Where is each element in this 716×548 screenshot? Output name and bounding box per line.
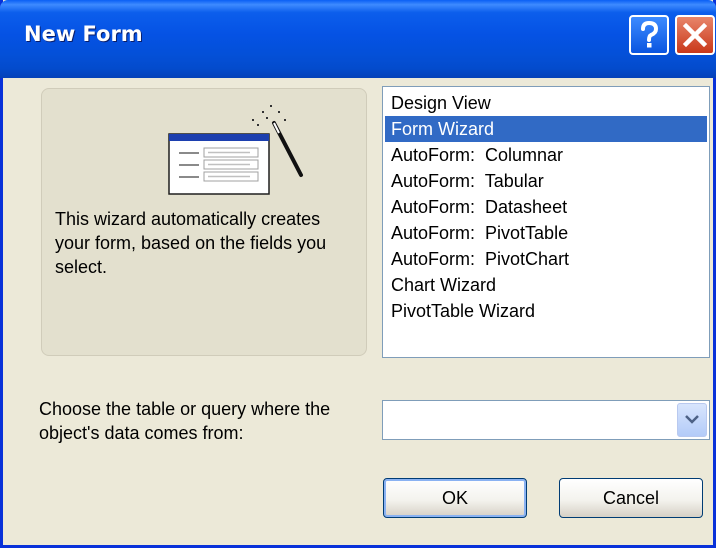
- cancel-button[interactable]: Cancel: [559, 478, 703, 518]
- close-x-icon: [682, 22, 708, 48]
- list-item[interactable]: AutoForm: Columnar: [385, 142, 707, 168]
- preview-panel: This wizard automatically creates your f…: [41, 88, 367, 356]
- source-combobox[interactable]: [382, 400, 710, 440]
- new-form-dialog: New Form This wizard automatically creat…: [0, 0, 716, 548]
- window-title: New Form: [24, 22, 143, 46]
- close-button[interactable]: [675, 15, 715, 55]
- view-list[interactable]: Design View Form Wizard AutoForm: Columnar…: [382, 86, 710, 358]
- list-item[interactable]: Form Wizard: [385, 116, 707, 142]
- list-item[interactable]: Chart Wizard: [385, 272, 707, 298]
- list-item[interactable]: Design View: [385, 90, 707, 116]
- list-item[interactable]: AutoForm: PivotTable: [385, 220, 707, 246]
- ok-button[interactable]: OK: [383, 478, 527, 518]
- question-mark-icon: [641, 20, 659, 48]
- title-bar[interactable]: New Form: [0, 0, 716, 78]
- list-item[interactable]: AutoForm: PivotChart: [385, 246, 707, 272]
- dropdown-button[interactable]: [677, 403, 707, 437]
- chevron-down-icon: [685, 415, 699, 424]
- help-button[interactable]: [629, 15, 669, 55]
- list-item[interactable]: PivotTable Wizard: [385, 298, 707, 324]
- list-item[interactable]: AutoForm: Tabular: [385, 168, 707, 194]
- wizard-description: This wizard automatically creates your f…: [55, 209, 327, 277]
- form-wizard-illustration-icon: [168, 105, 303, 195]
- source-label: Choose the table or query where the obje…: [39, 399, 331, 443]
- list-item[interactable]: AutoForm: Datasheet: [385, 194, 707, 220]
